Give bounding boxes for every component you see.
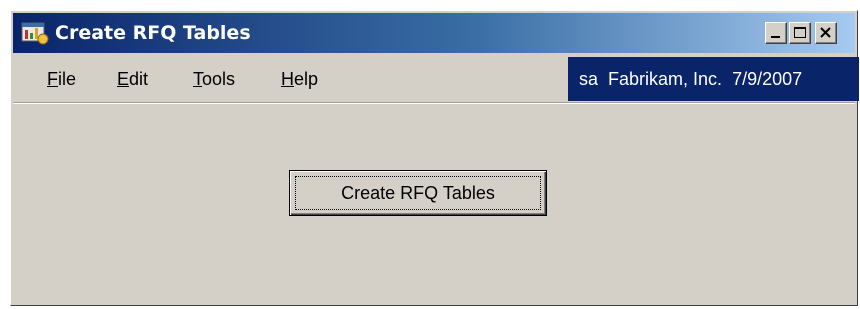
close-icon [820, 27, 831, 38]
status-text: sa Fabrikam, Inc. 7/9/2007 [579, 69, 802, 90]
menu-help[interactable]: Help [281, 69, 318, 90]
title-bar[interactable]: Create RFQ Tables [13, 13, 855, 53]
status-company: Fabrikam, Inc. [608, 69, 723, 89]
minimize-button[interactable] [765, 22, 787, 44]
menu-bar: File Edit Tools Help sa Fabrikam, Inc. 7… [13, 57, 859, 103]
user-status-panel[interactable]: sa Fabrikam, Inc. 7/9/2007 [568, 57, 859, 101]
menu-tools[interactable]: Tools [193, 69, 235, 90]
menu-separator [13, 102, 855, 104]
status-date: 7/9/2007 [732, 69, 803, 89]
maximize-button[interactable] [789, 22, 811, 44]
minimize-icon [771, 36, 780, 38]
button-label: Create RFQ Tables [295, 176, 541, 210]
content-area: Create RFQ Tables [13, 105, 855, 303]
menu-edit[interactable]: Edit [117, 69, 148, 90]
dynamics-app-icon [21, 20, 49, 46]
create-rfq-tables-button[interactable]: Create RFQ Tables [289, 170, 547, 216]
menu-file[interactable]: File [47, 69, 76, 90]
maximize-icon [794, 27, 806, 38]
app-window: Create RFQ Tables File Edit Tools Help s… [10, 10, 859, 306]
status-user: sa [579, 69, 599, 89]
window-title: Create RFQ Tables [55, 22, 251, 44]
close-button[interactable] [815, 22, 837, 44]
